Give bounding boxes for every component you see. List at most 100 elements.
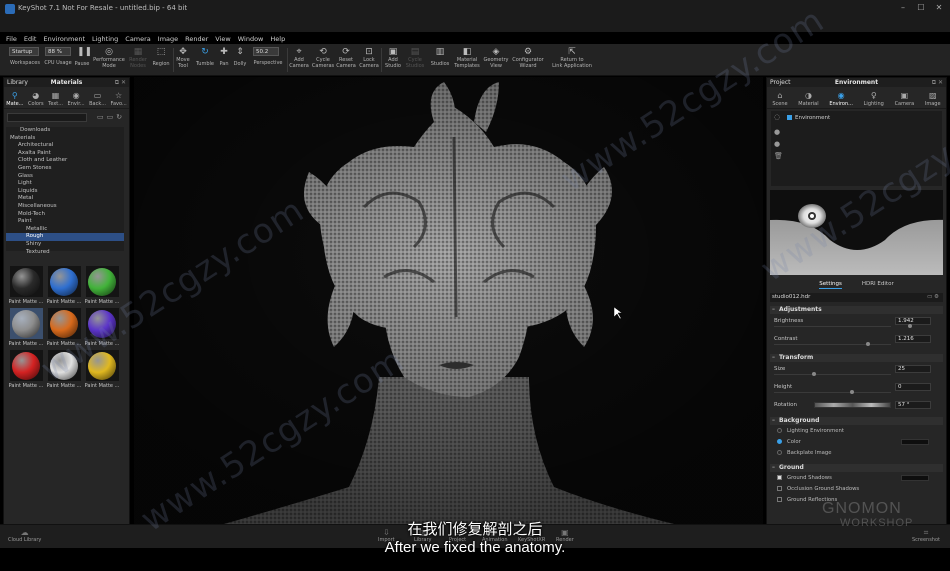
tree-item-liquids[interactable]: Liquids [6,188,124,196]
menu-help[interactable]: Help [270,35,285,44]
studios-button[interactable]: ▥ Studios [429,47,451,74]
occlusion-shadows-option[interactable]: Occlusion Ground Shadows [770,484,943,494]
minimize-button[interactable]: – [896,3,910,12]
size-slider[interactable] [774,374,891,375]
material-thumbnail[interactable]: Paint Matte ... [46,266,82,306]
tree-item-shiny[interactable]: Shiny [6,241,124,249]
tree-item-textured[interactable]: Textured [6,249,124,257]
library-search-input[interactable] [7,112,87,122]
material-templates-button[interactable]: ◧ Material Templates [453,47,481,74]
material-thumbnail[interactable]: Paint Matte ... [84,308,120,348]
tree-item-metal[interactable]: Metal [6,195,124,203]
pause-button[interactable]: ❚❚ Pause [73,47,92,74]
add-environment-icon[interactable]: ◌ [774,113,780,121]
tree-item-materials[interactable]: Materials [6,135,124,143]
size-slider-knob[interactable] [812,372,816,376]
height-slider-knob[interactable] [850,390,854,394]
tree-item-downloads[interactable]: Downloads [6,127,124,135]
brightness-slider-knob[interactable] [908,324,912,328]
tab-environment[interactable]: ◉ Environ... [829,91,853,107]
configurator-wizard-button[interactable]: ⚙ Configurator Wizard [511,47,545,74]
tree-item-paint[interactable]: Paint [6,218,124,226]
folder-icon[interactable]: ▭ [97,113,104,121]
browse-folder-icon[interactable]: ▭ ⚙ [927,293,939,302]
tab-textures[interactable]: ▦ Text... [48,91,63,107]
cycle-studios-button[interactable]: ▤ Cycle Studios [405,47,425,74]
duplicate-environment-icon[interactable]: ● [774,128,780,136]
occlusion-shadows-checkbox[interactable] [777,486,782,491]
menu-render[interactable]: Render [185,35,208,44]
tab-lighting[interactable]: ♀ Lighting [864,91,884,107]
tab-environments[interactable]: ◉ Envir... [68,91,85,107]
tree-item-light[interactable]: Light [6,180,124,188]
contrast-slider-knob[interactable] [866,342,870,346]
environment-list-item[interactable]: Environment [787,114,830,121]
ground-shadows-checkbox[interactable] [777,475,782,480]
adjustments-section[interactable]: Adjustments [770,306,943,314]
ground-shadows-option[interactable]: Ground Shadows [770,473,943,483]
dolly-button[interactable]: ⇕ Dolly [232,47,248,74]
material-thumbnail[interactable]: Paint Matte ... [84,350,120,390]
bg-color-radio[interactable] [777,439,782,444]
tab-scene[interactable]: ⌂ Scene [772,91,787,107]
maximize-button[interactable]: ☐ [914,3,928,12]
tab-material[interactable]: ◑ Material [798,91,818,107]
tree-item-gem-stones[interactable]: Gem Stones [6,165,124,173]
folder-open-icon[interactable]: ▭ [107,113,114,121]
close-button[interactable]: ✕ [932,3,946,12]
menu-image[interactable]: Image [158,35,178,44]
bg-lighting-radio[interactable] [777,428,782,433]
tree-item-glass[interactable]: Glass [6,173,124,181]
menu-edit[interactable]: Edit [24,35,37,44]
tumble-button[interactable]: ↻ Tumble [195,47,215,74]
render-viewport[interactable] [134,77,763,524]
workspaces-button[interactable]: Workspaces [7,60,43,72]
pan-button[interactable]: ✚ Pan [217,47,231,74]
bg-backplate-option[interactable]: Backplate Image [770,448,943,458]
contrast-slider[interactable] [774,344,891,345]
add-camera-button[interactable]: ⌖ Add Camera [289,47,309,74]
tree-item-cloth-leather[interactable]: Cloth and Leather [6,157,124,165]
cpu-usage-button[interactable]: CPU Usage [43,60,73,72]
tab-hdri-editor[interactable]: HDRI Editor [862,281,894,289]
region-button[interactable]: ⬚ Region [150,47,172,74]
menu-lighting[interactable]: Lighting [92,35,118,44]
ground-reflections-checkbox[interactable] [777,497,782,502]
material-thumbnail[interactable]: Paint Matte ... [8,350,44,390]
menu-camera[interactable]: Camera [125,35,151,44]
perspective-button[interactable]: Perspective [250,60,286,72]
tab-camera[interactable]: ▣ Camera [895,91,915,107]
tab-favorites[interactable]: ☆ Favo... [111,91,127,107]
background-section[interactable]: Background [770,417,943,425]
bg-color-swatch[interactable] [901,439,929,445]
ground-section[interactable]: Ground [770,464,943,472]
tree-item-architectural[interactable]: Architectural [6,142,124,150]
tab-materials[interactable]: ⚲ Mate... [6,91,23,107]
bg-color-option[interactable]: Color [770,437,943,447]
tab-colors[interactable]: ◕ Colors [28,91,44,107]
ground-shadow-color-swatch[interactable] [901,475,929,481]
tab-image[interactable]: ▨ Image [925,91,941,107]
material-thumbnail[interactable]: Paint Matte ... [46,308,82,348]
contrast-input[interactable]: 1.216 [895,335,931,343]
add-studio-button[interactable]: ▣ Add Studio [383,47,403,74]
render-nodes-button[interactable]: ▦ Render Nodes [127,47,149,74]
hdri-file-field[interactable]: studio012.hdr ▭ ⚙ [770,293,943,302]
menu-file[interactable]: File [6,35,17,44]
project-close-icon[interactable]: ⧉ ✕ [932,79,943,87]
tree-item-mold-tech[interactable]: Mold-Tech [6,211,124,219]
material-thumbnail[interactable]: Paint Matte ... [8,308,44,348]
transform-section[interactable]: Transform [770,354,943,362]
library-close-icon[interactable]: ⧉ ✕ [115,79,126,87]
cpu-usage-select[interactable]: 88 % [45,47,71,56]
menu-environment[interactable]: Environment [43,35,85,44]
tab-backplates[interactable]: ▭ Back... [89,91,106,107]
cycle-cameras-button[interactable]: ⟲ Cycle Cameras [312,47,334,74]
material-thumbnail[interactable]: Paint Matte ... [84,266,120,306]
workspace-select[interactable]: Startup [9,47,39,56]
tree-item-metallic[interactable]: Metallic [6,226,124,234]
tree-item-miscellaneous[interactable]: Miscellaneous [6,203,124,211]
delete-environment-icon[interactable]: 🗑 [774,152,783,160]
height-input[interactable]: 0 [895,383,931,391]
menu-window[interactable]: Window [238,35,264,44]
